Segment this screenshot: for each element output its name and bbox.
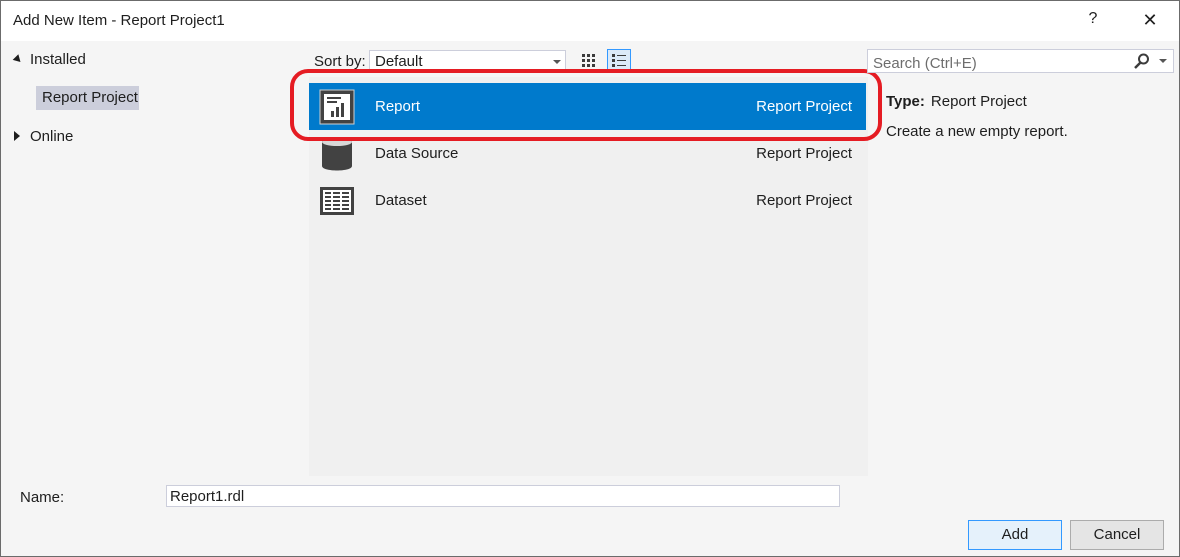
report-icon <box>319 89 355 125</box>
cancel-button[interactable]: Cancel <box>1070 520 1164 550</box>
details-type: Type: Report Project <box>886 93 1027 110</box>
help-button[interactable]: ? <box>1083 10 1103 32</box>
search-box[interactable] <box>867 49 1174 74</box>
item-name: Data Source <box>375 145 459 162</box>
search-input[interactable] <box>868 50 1133 74</box>
details-description: Create a new empty report. <box>886 123 1068 140</box>
list-view-icon <box>612 54 626 67</box>
tree-node-online[interactable]: Online <box>14 128 73 145</box>
collapsed-triangle-icon[interactable] <box>14 131 20 141</box>
item-category: Report Project <box>756 192 852 209</box>
item-name: Dataset <box>375 192 427 209</box>
tree-label-report-project[interactable]: Report Project <box>42 89 138 106</box>
sort-by-value: Default <box>375 53 423 70</box>
name-label: Name: <box>20 489 65 506</box>
medium-icons-view-button[interactable] <box>577 49 601 73</box>
list-view-button[interactable] <box>607 49 631 73</box>
item-category: Report Project <box>756 145 852 162</box>
dataset-icon <box>320 187 354 215</box>
sort-by-dropdown[interactable]: Default <box>369 50 566 72</box>
item-name: Report <box>375 98 421 115</box>
template-list: Report Report Project Data Source Report… <box>309 77 868 476</box>
list-item-report[interactable]: Report Report Project <box>309 83 866 130</box>
list-item-data-source[interactable]: Data Source Report Project <box>309 130 866 177</box>
category-tree: Installed Report Project Online <box>1 41 301 477</box>
title-bar: Add New Item - Report Project1 ? ✕ <box>1 1 1179 41</box>
name-input[interactable] <box>166 485 840 507</box>
type-value: Report Project <box>930 93 1027 110</box>
add-new-item-dialog: Add New Item - Report Project1 ? ✕ Insta… <box>0 0 1180 557</box>
tree-label-online: Online <box>30 128 74 145</box>
list-item-dataset[interactable]: Dataset Report Project <box>309 177 866 224</box>
small-icons-grid-icon <box>582 54 595 67</box>
add-button[interactable]: Add <box>968 520 1062 550</box>
tree-node-installed[interactable]: Installed <box>12 51 86 68</box>
item-category: Report Project <box>756 98 852 115</box>
dialog-title: Add New Item - Report Project1 <box>13 12 225 29</box>
data-source-icon <box>322 137 352 171</box>
search-icon[interactable] <box>1133 52 1151 70</box>
tree-label-installed: Installed <box>30 51 86 68</box>
expanded-triangle-icon[interactable] <box>12 54 24 65</box>
dropdown-arrow-icon <box>553 60 561 64</box>
search-options-dropdown-icon[interactable] <box>1159 59 1167 63</box>
close-button[interactable]: ✕ <box>1139 10 1161 32</box>
type-label: Type: <box>886 93 925 110</box>
sort-by-label: Sort by: <box>314 53 366 70</box>
